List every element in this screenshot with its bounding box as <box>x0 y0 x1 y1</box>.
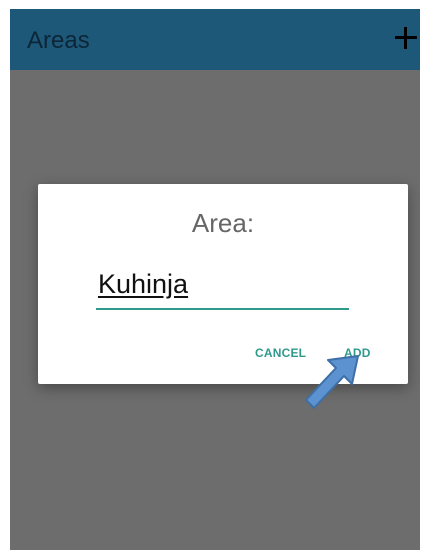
pointer-arrow-icon <box>305 355 359 409</box>
app-bar: Areas <box>10 9 420 70</box>
area-name-input[interactable]: Kuhinja <box>96 264 349 310</box>
dialog-title: Area: <box>191 208 255 238</box>
page-title: Areas <box>27 27 90 54</box>
cancel-button[interactable]: CANCEL <box>255 346 306 360</box>
app-screen: Areas Area: Kuhinja CANCEL ADD <box>10 9 420 550</box>
input-underline <box>96 308 349 310</box>
area-name-value[interactable]: Kuhinja <box>98 268 188 300</box>
plus-icon[interactable] <box>393 25 419 51</box>
